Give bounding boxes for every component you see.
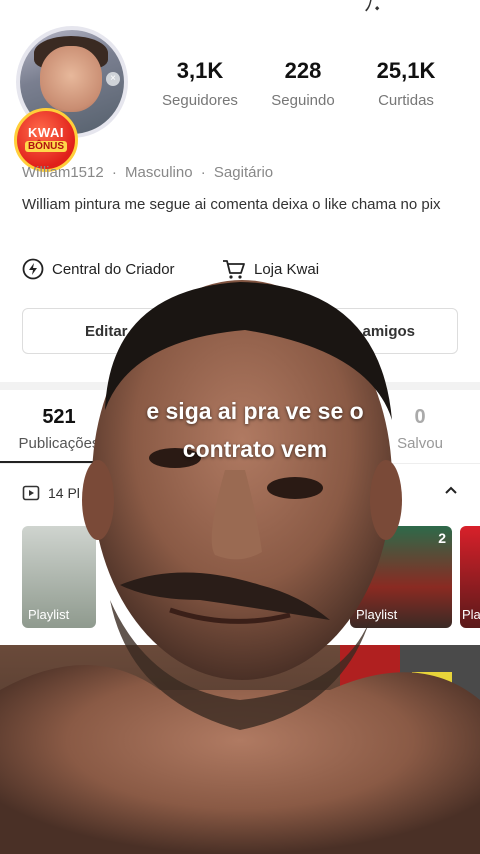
edit-profile-button[interactable]: Editar perfi amigos	[22, 308, 458, 354]
kwai-shop-label: Loja Kwai	[254, 260, 320, 278]
playlist-label: Pla	[462, 607, 480, 622]
playlist-badge: 2	[438, 530, 446, 546]
avatar-face	[40, 46, 102, 112]
zodiac-sign: Sagitário	[213, 164, 274, 181]
stat-value: 25,1K	[376, 58, 436, 83]
creator-center-link[interactable]: Central do Criador	[22, 258, 175, 280]
stat-likes[interactable]: 25,1K Curtidas	[356, 58, 456, 109]
meta-separator: ·	[111, 164, 117, 181]
top-edge-glyph: ﾉ𝆺ˊ	[364, 0, 387, 16]
meta-separator: ·	[200, 164, 206, 181]
lightning-circle-icon	[22, 258, 44, 280]
stat-following[interactable]: 228 Seguindo	[253, 58, 353, 109]
username: William1512	[22, 164, 104, 181]
kwai-shop-link[interactable]: Loja Kwai	[222, 258, 319, 280]
bonus-badge-top: KWAI	[28, 125, 64, 140]
avatar-block[interactable]: × KWAI BÔNUS	[14, 30, 130, 172]
tab-count: 521	[42, 406, 76, 428]
caption-line: contrato vem	[182, 436, 328, 462]
section-divider	[0, 382, 480, 390]
bonus-badge-bottom: BÔNUS	[25, 141, 67, 152]
playlist-icon	[22, 485, 40, 501]
tab-label: Publicações	[18, 435, 100, 452]
close-icon[interactable]: ×	[106, 72, 120, 86]
playlist-label: Playlist	[356, 607, 398, 622]
cart-icon	[223, 260, 245, 279]
playlist-label: Playlist	[28, 607, 70, 622]
stat-label: Seguindo	[271, 92, 335, 109]
tab-publications[interactable]: 521 Publicações	[0, 406, 118, 452]
stat-label: Curtidas	[378, 92, 434, 109]
playlist-thumbnail[interactable]: Pla	[460, 526, 480, 628]
stat-value: 228	[284, 58, 322, 83]
playlist-count: 14 Pl	[48, 485, 80, 501]
playlist-header[interactable]: 14 Pl	[22, 484, 80, 502]
stat-label: Seguidores	[162, 92, 238, 109]
stat-followers[interactable]: 3,1K Seguidores	[150, 58, 250, 109]
edit-profile-label: Editar perfi	[85, 323, 165, 340]
kwai-bonus-badge[interactable]: KWAI BÔNUS	[14, 108, 78, 172]
caption-line: e siga ai pra ve se o	[146, 398, 364, 424]
chevron-up-icon[interactable]	[442, 482, 460, 505]
profile-meta: William1512 · Masculino · Sagitário	[22, 164, 277, 181]
creator-center-label: Central do Criador	[52, 260, 175, 278]
playlist-thumbnail[interactable]: Playlist	[22, 526, 96, 628]
find-friends-label: amigos	[362, 323, 415, 340]
profile-bio: William pintura me segue ai comenta deix…	[22, 196, 441, 213]
gender: Masculino	[125, 164, 193, 181]
stat-value: 3,1K	[176, 58, 224, 83]
playlist-thumbnail[interactable]: 2 Playlist	[350, 526, 452, 628]
video-caption: e siga ai pra ve se o contrato vem	[110, 392, 400, 468]
